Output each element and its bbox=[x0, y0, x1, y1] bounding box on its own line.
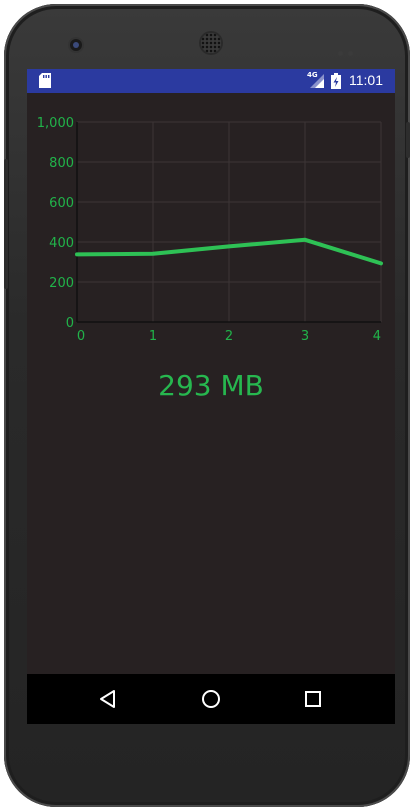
status-clock: 11:01 bbox=[349, 72, 383, 88]
y-tick-label: 600 bbox=[49, 196, 74, 211]
chart-grid bbox=[76, 121, 382, 323]
y-tick-label: 0 bbox=[66, 316, 74, 331]
y-tick-labels: 0 200 400 600 800 1,000 bbox=[37, 116, 74, 331]
y-tick-label: 400 bbox=[49, 236, 74, 251]
x-tick-label: 3 bbox=[301, 329, 309, 344]
x-tick-label: 2 bbox=[225, 329, 233, 344]
memory-line-chart: 0 200 400 600 800 1,000 0 1 2 3 4 bbox=[37, 116, 383, 344]
front-camera bbox=[70, 39, 82, 51]
sd-card-icon bbox=[39, 73, 51, 88]
screen: 4G 11:01 0 200 400 600 800 1,000 0 1 2 3 4 293 MB bbox=[27, 69, 395, 724]
home-button[interactable] bbox=[181, 674, 241, 724]
y-tick-label: 800 bbox=[49, 156, 74, 171]
volume-button bbox=[4, 159, 8, 289]
x-tick-labels: 0 1 2 3 4 bbox=[77, 329, 381, 344]
navigation-bar bbox=[27, 674, 395, 724]
x-tick-label: 1 bbox=[149, 329, 157, 344]
battery-charging-icon bbox=[331, 73, 341, 89]
recent-apps-button[interactable] bbox=[283, 674, 343, 724]
earpiece-speaker bbox=[201, 33, 221, 53]
x-tick-label: 4 bbox=[373, 329, 381, 344]
power-button bbox=[406, 122, 410, 158]
back-button[interactable] bbox=[78, 674, 138, 724]
recent-apps-icon bbox=[305, 691, 321, 707]
home-icon bbox=[202, 690, 220, 708]
memory-usage-value: 293 MB bbox=[158, 369, 264, 402]
back-icon bbox=[100, 690, 115, 708]
y-tick-label: 1,000 bbox=[37, 116, 74, 131]
x-tick-label: 0 bbox=[77, 329, 85, 344]
proximity-sensors bbox=[338, 41, 358, 56]
status-bar: 4G 11:01 bbox=[27, 69, 395, 93]
phone-frame: 4G 11:01 0 200 400 600 800 1,000 0 1 2 3 4 293 MB bbox=[4, 4, 410, 807]
cell-signal-icon bbox=[310, 74, 324, 88]
y-tick-label: 200 bbox=[49, 276, 74, 291]
